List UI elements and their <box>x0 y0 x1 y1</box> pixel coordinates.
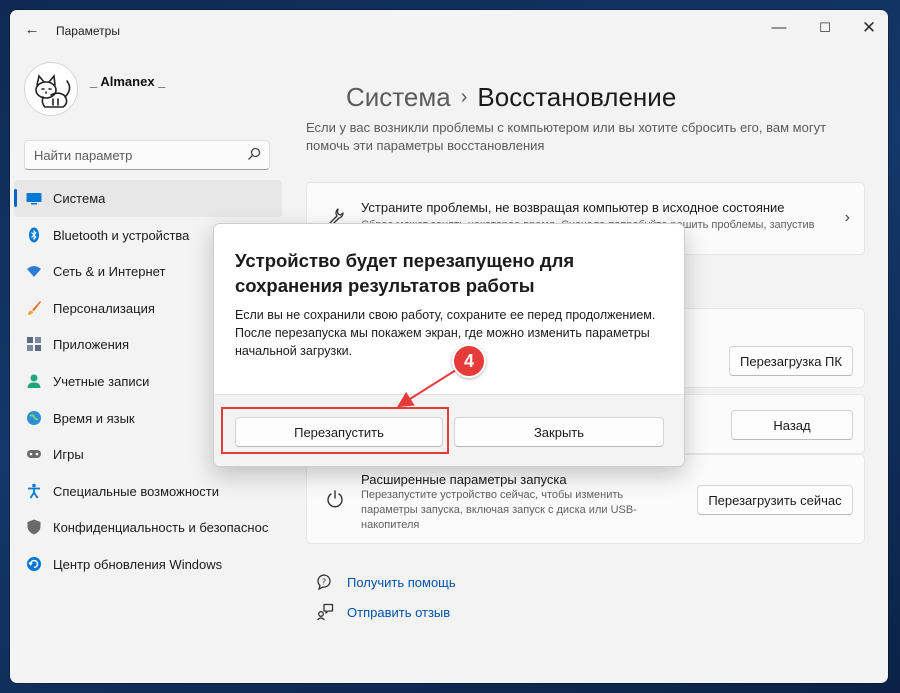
get-help-label[interactable]: Получить помощь <box>347 575 456 590</box>
sidebar-item-label: Персонализация <box>53 300 155 316</box>
sidebar-item-label: Учетные записи <box>53 373 150 389</box>
help-icon: ? <box>317 574 331 591</box>
feedback-icon <box>317 603 334 621</box>
dialog-title: Устройство будет перезапущено для сохран… <box>235 250 575 296</box>
sidebar-item-label: Конфиденциальность и безопаснос <box>53 520 269 536</box>
reset-pc-button[interactable]: Перезагрузка ПК <box>729 346 853 376</box>
user-name: _ Almanex _ <box>90 74 166 89</box>
shield-icon <box>27 519 41 535</box>
sidebar-item-label: Система <box>53 191 106 206</box>
person-icon <box>27 374 41 388</box>
card-subtitle-line: Перезапустите устройство сейчас, чтобы и… <box>361 489 624 501</box>
annotation-highlight-box <box>221 407 449 454</box>
restart-now-button[interactable]: Перезагрузить сейчас <box>697 485 853 515</box>
accessibility-icon <box>28 483 40 499</box>
page-title: Восстановление <box>477 82 677 112</box>
breadcrumb-parent[interactable]: Система <box>346 82 451 112</box>
update-icon <box>27 556 41 571</box>
avatar[interactable] <box>24 62 78 116</box>
sidebar-item-system[interactable]: Система <box>14 180 282 217</box>
search-icon[interactable] <box>247 147 261 161</box>
card-subtitle-line: параметры запуска, включая запуск с диск… <box>361 504 637 516</box>
sidebar-item-label: Специальные возможности <box>53 483 219 499</box>
search-box[interactable] <box>24 140 270 170</box>
back-arrow-icon[interactable]: ← <box>22 21 42 38</box>
sidebar-item-label: Сеть & и Интернет <box>53 264 166 280</box>
sidebar-item-label: Игры <box>53 447 84 463</box>
monitor-icon <box>26 193 42 205</box>
go-back-button[interactable]: Назад <box>731 410 853 440</box>
breadcrumb-separator: › <box>460 86 468 108</box>
card-title: Расширенные параметры запуска <box>361 472 567 487</box>
card-subtitle: Перезапустите устройство сейчас, чтобы и… <box>361 488 691 533</box>
card-title: Устраните проблемы, не возвращая компьют… <box>361 200 785 215</box>
close-dialog-button[interactable]: Закрыть <box>454 417 664 447</box>
sidebar-item-privacy[interactable]: Конфиденциальность и безопаснос <box>14 509 282 546</box>
brush-icon <box>28 300 41 315</box>
breadcrumb: Система › Восстановление <box>346 82 676 113</box>
svg-text:?: ? <box>322 578 326 587</box>
wifi-icon <box>27 266 41 278</box>
startup-icon <box>327 490 343 508</box>
bluetooth-icon <box>29 227 39 243</box>
sidebar-item-label: Приложения <box>53 337 130 353</box>
gamepad-icon <box>27 450 41 459</box>
app-title: Параметры <box>56 24 120 38</box>
card-subtitle-line: накопителя <box>361 519 420 531</box>
step-number-badge: 4 <box>452 344 486 378</box>
sidebar-item-accessibility[interactable]: Специальные возможности <box>14 473 282 510</box>
page-description: Если у вас возникли проблемы с компьютер… <box>306 120 827 153</box>
sidebar-item-label: Bluetooth и устройства <box>53 227 190 243</box>
chevron-right-icon[interactable]: › <box>845 209 850 227</box>
apps-icon <box>27 337 41 352</box>
sidebar-item-label: Время и язык <box>53 410 135 426</box>
advanced-startup-card: Расширенные параметры запуска Перезапуст… <box>306 454 865 544</box>
search-input[interactable] <box>25 141 269 169</box>
sidebar-item-label: Центр обновления Windows <box>53 556 223 572</box>
send-feedback-label[interactable]: Отправить отзыв <box>347 605 450 620</box>
globe-icon <box>27 410 41 425</box>
sidebar-item-windows-update[interactable]: Центр обновления Windows <box>14 546 282 583</box>
cat-sketch-icon <box>35 74 71 108</box>
